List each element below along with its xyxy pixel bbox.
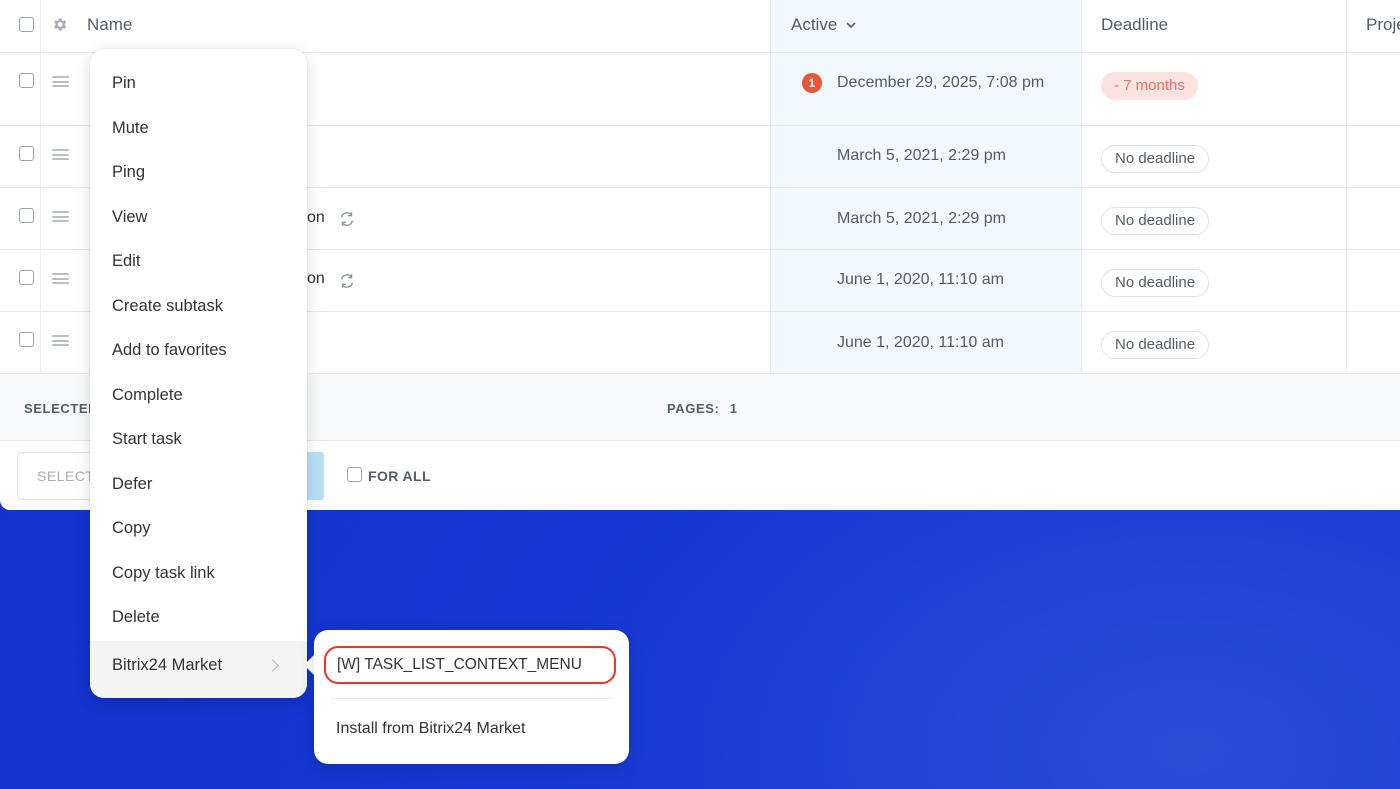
menu-item-label: Pin (112, 74, 136, 92)
deadline-badge-overdue[interactable]: - 7 months (1101, 72, 1198, 100)
menu-item-label: Add to favorites (112, 341, 227, 359)
chevron-right-icon (266, 659, 279, 672)
submenu-item-label: [W] TASK_LIST_CONTEXT_MENU (337, 656, 582, 673)
deadline-badge[interactable]: No deadline (1101, 269, 1210, 297)
menu-item-add-to-favorites[interactable]: Add to favorites (90, 329, 307, 373)
submenu-pointer (304, 655, 314, 675)
row-menu-icon[interactable] (52, 273, 69, 284)
menu-item-label: Copy (112, 519, 151, 537)
row-checkbox[interactable] (19, 332, 34, 347)
column-header-name[interactable]: Name (87, 15, 132, 35)
selected-count-label: SELECTED (24, 401, 99, 416)
bitrix24-market-submenu: [W] TASK_LIST_CONTEXT_MENU Install from … (314, 630, 629, 764)
menu-item-create-subtask[interactable]: Create subtask (90, 285, 307, 329)
menu-item-mute[interactable]: Mute (90, 107, 307, 151)
menu-item-label: Edit (112, 252, 141, 270)
gear-icon[interactable] (51, 16, 68, 33)
menu-item-copy[interactable]: Copy (90, 507, 307, 551)
deadline-badge[interactable]: No deadline (1101, 207, 1210, 235)
for-all-checkbox[interactable] (347, 467, 362, 482)
table-header: Name Active Deadline Proje (0, 0, 1400, 53)
menu-item-label: View (112, 208, 148, 226)
submenu-divider (330, 698, 613, 699)
menu-item-ping[interactable]: Ping (90, 151, 307, 195)
for-all-label: FOR ALL (368, 468, 431, 484)
menu-item-label: Delete (112, 608, 160, 626)
menu-item-label: Copy task link (112, 564, 215, 582)
deadline-badge[interactable]: No deadline (1101, 145, 1210, 173)
row-checkbox[interactable] (19, 270, 34, 285)
column-header-active[interactable]: Active (791, 15, 856, 35)
group-action-select-text: SELECT (37, 468, 95, 484)
menu-item-label: Bitrix24 Market (112, 656, 223, 674)
recurring-icon (340, 274, 354, 288)
menu-item-edit[interactable]: Edit (90, 240, 307, 284)
menu-item-complete[interactable]: Complete (90, 374, 307, 418)
column-header-project[interactable]: Proje (1366, 15, 1400, 35)
active-date: June 1, 2020, 11:10 am (837, 334, 1004, 351)
column-header-deadline[interactable]: Deadline (1101, 15, 1168, 35)
select-all-checkbox[interactable] (19, 17, 34, 32)
task-name[interactable]: on (307, 209, 325, 227)
active-date: March 5, 2021, 2:29 pm (837, 210, 1006, 227)
row-checkbox[interactable] (19, 146, 34, 161)
active-date: March 5, 2021, 2:29 pm (837, 147, 1006, 164)
pages-label-text: PAGES: (667, 401, 720, 416)
row-menu-icon[interactable] (52, 149, 69, 160)
menu-item-label: Mute (112, 119, 149, 137)
menu-item-defer[interactable]: Defer (90, 463, 307, 507)
row-checkbox[interactable] (19, 73, 34, 88)
row-checkbox[interactable] (19, 208, 34, 223)
active-date: December 29, 2025, 7:08 pm (837, 74, 1045, 91)
active-date: June 1, 2020, 11:10 am (837, 271, 1004, 288)
pages-value[interactable]: 1 (730, 401, 738, 416)
row-menu-icon[interactable] (52, 335, 69, 346)
row-menu-icon[interactable] (52, 211, 69, 222)
sort-down-icon (846, 22, 856, 29)
menu-item-label: Defer (112, 475, 153, 493)
menu-item-label: Ping (112, 163, 146, 181)
menu-item-delete[interactable]: Delete (90, 596, 307, 640)
recurring-icon (340, 212, 354, 226)
menu-item-label: Create subtask (112, 297, 223, 315)
menu-item-label: Start task (112, 430, 182, 448)
menu-item-view[interactable]: View (90, 196, 307, 240)
deadline-badge[interactable]: No deadline (1101, 331, 1210, 359)
task-name[interactable]: on (307, 270, 325, 288)
menu-item-copy-task-link[interactable]: Copy task link (90, 552, 307, 596)
submenu-item-task-list-context-menu[interactable]: [W] TASK_LIST_CONTEXT_MENU (324, 646, 616, 684)
menu-item-label: Complete (112, 386, 183, 404)
counter-badge: 1 (802, 73, 822, 93)
menu-item-bitrix24-market[interactable]: Bitrix24 Market (90, 641, 307, 698)
pages-label: PAGES: 1 (667, 401, 738, 416)
column-header-active-label: Active (791, 15, 838, 34)
task-context-menu: Pin Mute Ping View Edit Create subtask A… (90, 49, 307, 698)
menu-item-start-task[interactable]: Start task (90, 418, 307, 462)
row-menu-icon[interactable] (52, 76, 69, 87)
submenu-item-install-from-market[interactable]: Install from Bitrix24 Market (336, 720, 525, 738)
menu-item-pin[interactable]: Pin (90, 62, 307, 106)
